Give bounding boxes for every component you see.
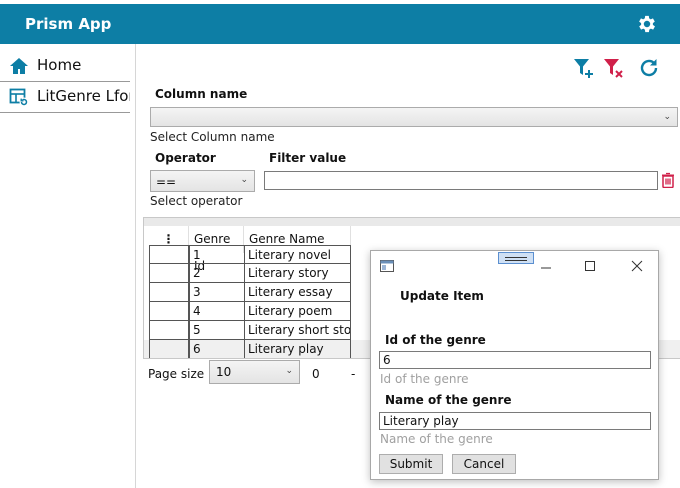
genre-name-input[interactable]: Literary play (379, 412, 651, 430)
pager-range-separator: - (351, 367, 356, 381)
trash-icon[interactable] (661, 172, 675, 188)
dialog-title: Update Item (400, 289, 484, 303)
gear-icon[interactable] (636, 13, 658, 35)
genre-id-hint: Id of the genre (380, 372, 469, 386)
genre-id-label: Id of the genre (385, 333, 486, 347)
minimize-icon[interactable] (532, 255, 560, 277)
update-item-dialog: Update Item Id of the genre 6 Id of the … (370, 250, 659, 480)
grid-top-band (144, 218, 680, 226)
pager-range-start: 0 (312, 367, 320, 381)
genre-name-hint: Name of the genre (380, 432, 493, 446)
filter-value-label: Filter value (269, 151, 347, 165)
chevron-down-icon: ⌄ (663, 112, 671, 122)
column-name-label: Column name (155, 87, 248, 101)
sidebar-item-label: LitGenre Lform (37, 87, 130, 105)
filter-clear-icon[interactable] (602, 56, 626, 80)
operator-label: Operator (155, 151, 216, 165)
table-refresh-icon (9, 88, 29, 107)
maximize-icon[interactable] (576, 255, 604, 277)
genre-id-input[interactable]: 6 (379, 351, 651, 369)
app-header: Prism App (0, 4, 680, 44)
drag-handle[interactable] (498, 252, 534, 264)
window-icon (380, 260, 394, 272)
chevron-down-icon: ⌄ (285, 366, 293, 376)
sidebar-item-home[interactable]: Home (0, 51, 130, 81)
app-title: Prism App (25, 15, 112, 33)
filter-add-icon[interactable] (572, 56, 596, 80)
chevron-down-icon: ⌄ (240, 175, 248, 185)
column-name-hint: Select Column name (150, 130, 275, 144)
sidebar: Home LitGenre Lform (0, 44, 136, 488)
home-icon (10, 58, 28, 74)
sidebar-item-label: Home (37, 56, 82, 74)
submit-button[interactable]: Submit (379, 454, 443, 474)
operator-select[interactable]: == ⌄ (150, 170, 255, 192)
genre-name-label: Name of the genre (385, 393, 512, 407)
cancel-button[interactable]: Cancel (452, 454, 516, 474)
operator-hint: Select operator (150, 194, 243, 208)
refresh-icon[interactable] (637, 56, 661, 80)
close-icon[interactable] (623, 255, 651, 277)
column-name-select[interactable]: ⌄ (150, 107, 678, 127)
sidebar-item-litgenre[interactable]: LitGenre Lform (0, 81, 130, 113)
filter-value-input[interactable] (264, 171, 658, 190)
page-size-select[interactable]: 10 ⌄ (209, 360, 300, 384)
page-size-label: Page size (148, 367, 205, 381)
